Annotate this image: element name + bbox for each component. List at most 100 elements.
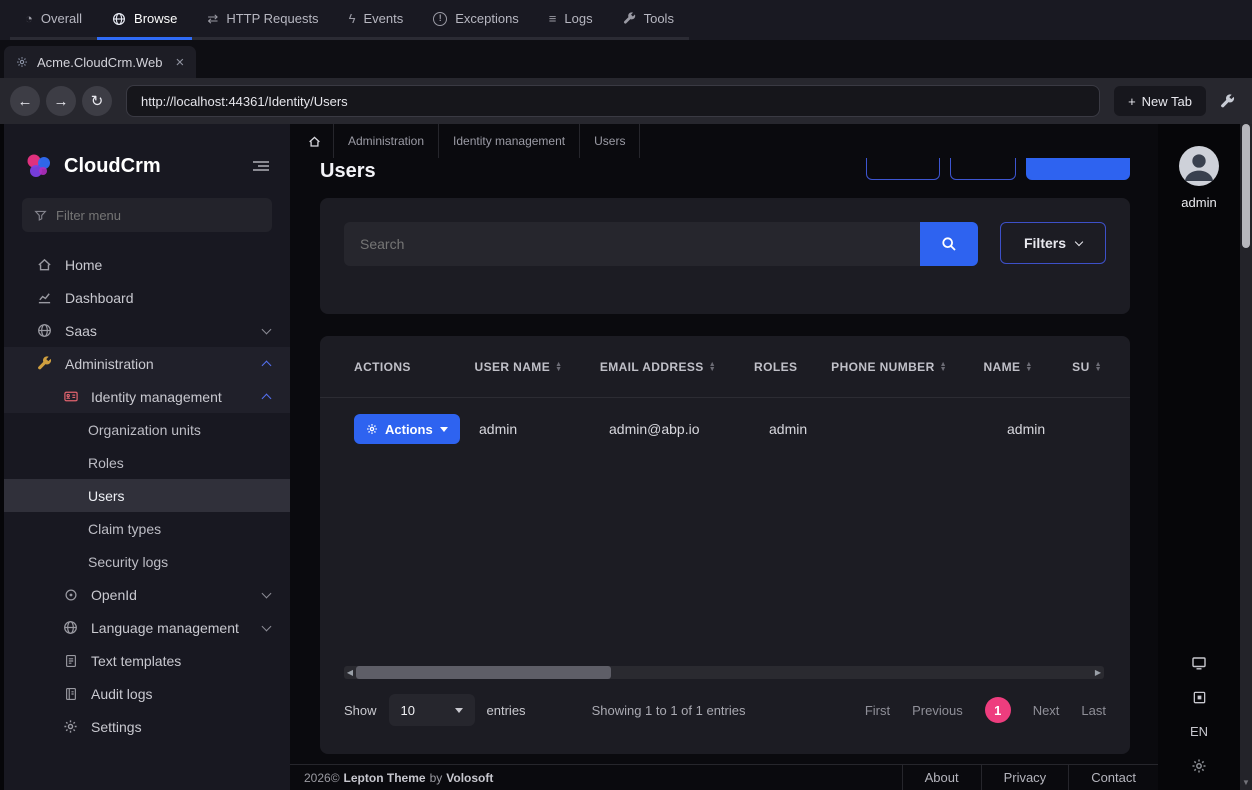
tab-exceptions[interactable]: ! Exceptions xyxy=(418,0,534,40)
sort-icon xyxy=(1025,362,1032,372)
globe-icon xyxy=(112,12,126,26)
header-action-button-2[interactable] xyxy=(950,158,1016,180)
sidebar-item-saas[interactable]: Saas xyxy=(4,314,290,347)
sidebar-item-security-logs[interactable]: Security logs xyxy=(4,545,290,578)
frame-icon[interactable] xyxy=(1192,690,1207,705)
close-tab-icon[interactable]: × xyxy=(175,55,184,70)
url-input[interactable] xyxy=(141,94,1085,109)
footer-link-contact[interactable]: Contact xyxy=(1068,765,1158,790)
scroll-right-icon[interactable]: ▶ xyxy=(1092,668,1104,677)
pagination-first[interactable]: First xyxy=(865,703,890,718)
menu-filter-input[interactable] xyxy=(56,208,260,223)
chevron-up-icon xyxy=(262,360,272,370)
devtools-wrench-icon[interactable] xyxy=(1212,94,1242,109)
sort-icon xyxy=(1095,362,1102,372)
column-header-roles: ROLES xyxy=(754,360,831,374)
pagination-next[interactable]: Next xyxy=(1033,703,1060,718)
menu-collapse-icon[interactable] xyxy=(252,159,270,173)
tab-http-requests[interactable]: ⇄ HTTP Requests xyxy=(192,0,333,40)
cell-roles: admin xyxy=(769,421,849,437)
sort-icon xyxy=(709,362,716,372)
language-selector[interactable]: EN xyxy=(1190,724,1208,739)
scroll-down-icon[interactable]: ▼ xyxy=(1240,779,1252,787)
tab-browse[interactable]: Browse xyxy=(97,0,192,40)
browser-tab[interactable]: Acme.CloudCrm.Web × xyxy=(4,46,196,78)
right-rail: admin EN xyxy=(1158,124,1240,790)
footer-link-about[interactable]: About xyxy=(902,765,981,790)
horizontal-scrollbar[interactable]: ◀ ▶ xyxy=(344,666,1104,679)
search-button[interactable] xyxy=(920,222,978,266)
sidebar-item-administration[interactable]: Administration xyxy=(4,347,290,380)
forward-button[interactable]: → xyxy=(46,86,76,116)
column-header-actions: ACTIONS xyxy=(354,360,475,374)
page-header-actions xyxy=(866,158,1130,180)
pagination-last[interactable]: Last xyxy=(1081,703,1106,718)
sidebar-item-claim-types[interactable]: Claim types xyxy=(4,512,290,545)
globe-icon xyxy=(62,620,79,635)
tab-overall[interactable]: ◔ Overall xyxy=(10,0,97,40)
pagination-previous[interactable]: Previous xyxy=(912,703,963,718)
chevron-down-icon xyxy=(262,324,272,334)
filters-button[interactable]: Filters xyxy=(1000,222,1106,264)
vertical-scrollbar[interactable]: ▼ xyxy=(1240,124,1252,790)
page-size-select[interactable]: 10 xyxy=(389,694,475,726)
tab-events[interactable]: ϟ Events xyxy=(334,0,419,40)
new-tab-button[interactable]: + New Tab xyxy=(1114,86,1206,116)
fullscreen-icon[interactable] xyxy=(1191,655,1207,671)
sort-icon xyxy=(940,362,947,372)
list-icon: ≡ xyxy=(549,12,557,25)
footer-link-privacy[interactable]: Privacy xyxy=(981,765,1069,790)
breadcrumb-item[interactable]: Identity management xyxy=(439,124,580,158)
menu-filter-box[interactable] xyxy=(22,198,272,232)
chart-line-icon xyxy=(36,290,53,305)
row-actions-button[interactable]: Actions xyxy=(354,414,460,444)
sidebar-item-language-management[interactable]: Language management xyxy=(4,611,290,644)
back-button[interactable]: ← xyxy=(10,86,40,116)
sidebar-item-settings[interactable]: Settings xyxy=(4,710,290,743)
devtool-tab-bar: ◔ Overall Browse ⇄ HTTP Requests ϟ Event… xyxy=(0,0,1252,40)
pagination-current-page[interactable]: 1 xyxy=(985,697,1011,723)
sidebar-item-home[interactable]: Home xyxy=(4,248,290,281)
sidebar-item-roles[interactable]: Roles xyxy=(4,446,290,479)
sidebar: CloudCrm Home Dashboard xyxy=(4,124,290,790)
scroll-left-icon[interactable]: ◀ xyxy=(344,668,356,677)
wrench-icon xyxy=(623,12,636,25)
tab-tools[interactable]: Tools xyxy=(608,0,689,40)
sidebar-item-openid[interactable]: OpenId xyxy=(4,578,290,611)
chevron-down-icon xyxy=(262,621,272,631)
breadcrumb-item[interactable]: Users xyxy=(580,124,640,158)
horizontal-scroll-track[interactable] xyxy=(356,666,1092,679)
page-footer: 2026© Lepton Theme by Volosoft About Pri… xyxy=(290,764,1158,790)
header-action-button-1[interactable] xyxy=(866,158,940,180)
cell-name: admin xyxy=(1007,421,1099,437)
sidebar-item-dashboard[interactable]: Dashboard xyxy=(4,281,290,314)
sidebar-item-users[interactable]: Users xyxy=(4,479,290,512)
chevron-up-icon xyxy=(262,393,272,403)
column-header-name[interactable]: NAME xyxy=(983,360,1072,374)
user-avatar[interactable] xyxy=(1179,146,1219,186)
column-header-email[interactable]: EMAIL ADDRESS xyxy=(600,360,754,374)
breadcrumb-home[interactable] xyxy=(296,124,334,158)
search-input[interactable] xyxy=(344,222,920,266)
sidebar-item-organization-units[interactable]: Organization units xyxy=(4,413,290,446)
column-header-surname[interactable]: SU xyxy=(1072,360,1130,374)
sidebar-item-audit-logs[interactable]: Audit logs xyxy=(4,677,290,710)
horizontal-scroll-thumb[interactable] xyxy=(356,666,611,679)
new-user-button[interactable] xyxy=(1026,158,1130,180)
funnel-icon xyxy=(34,209,47,222)
sidebar-item-identity-management[interactable]: Identity management xyxy=(4,380,290,413)
url-bar[interactable] xyxy=(126,85,1100,117)
tab-logs[interactable]: ≡ Logs xyxy=(534,0,608,40)
column-header-user-name[interactable]: USER NAME xyxy=(475,360,600,374)
pagination: First Previous 1 Next Last xyxy=(865,697,1106,723)
column-header-phone[interactable]: PHONE NUMBER xyxy=(831,360,983,374)
sidebar-item-text-templates[interactable]: Text templates xyxy=(4,644,290,677)
search-group xyxy=(344,222,978,266)
browser-tab-title: Acme.CloudCrm.Web xyxy=(37,55,162,70)
app-area: CloudCrm Home Dashboard xyxy=(0,124,1252,790)
breadcrumb-item[interactable]: Administration xyxy=(334,124,439,158)
vertical-scroll-thumb[interactable] xyxy=(1242,124,1250,248)
settings-gear-icon[interactable] xyxy=(1191,758,1207,774)
refresh-button[interactable]: ↻ xyxy=(82,86,112,116)
person-icon xyxy=(1179,146,1219,186)
